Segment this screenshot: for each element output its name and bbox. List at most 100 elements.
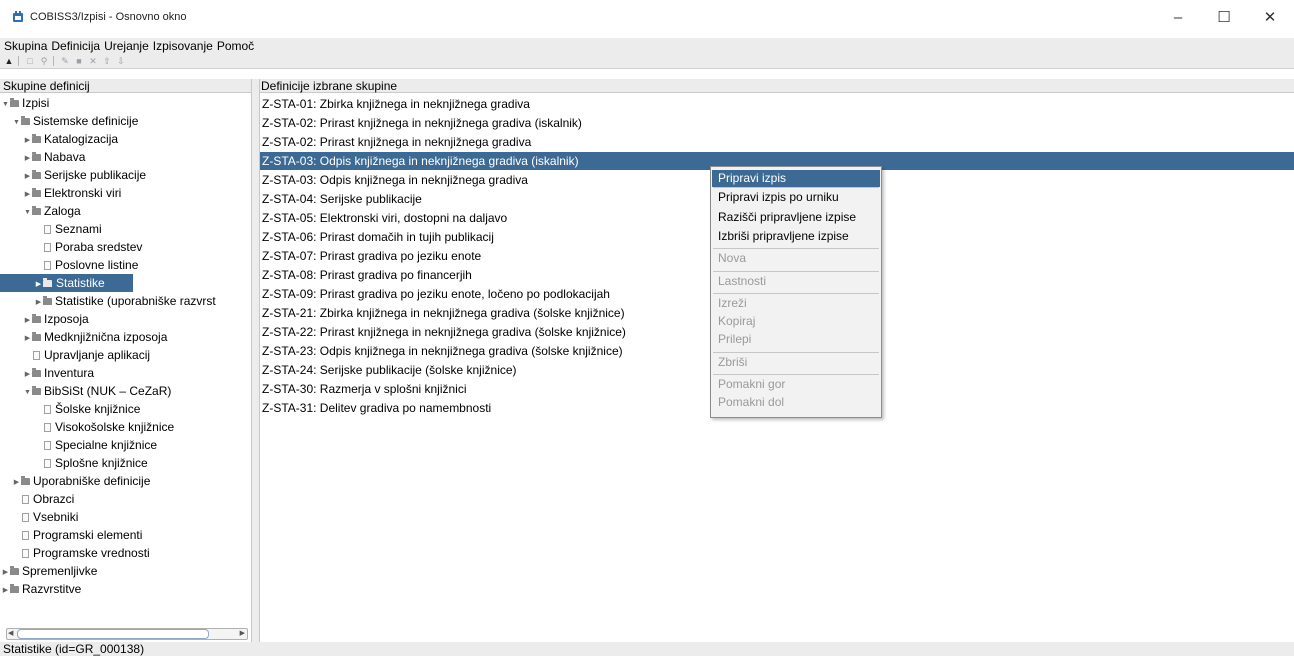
menu-izpisovanje[interactable]: Izpisovanje xyxy=(151,38,215,54)
tree-node[interactable]: Upravljanje aplikacij xyxy=(0,346,150,364)
tree-node-label: Obrazci xyxy=(33,492,75,506)
status-bar: Statistike (id=GR_000138) xyxy=(0,642,1294,656)
context-menu-item[interactable]: Pripravi izpis po urniku xyxy=(712,189,880,206)
tree-node[interactable]: ▶ Statistike xyxy=(0,274,133,292)
tree-node[interactable]: ▶ Izposoja xyxy=(0,310,89,328)
title-bar: COBISS3/Izpisi - Osnovno okno – ☐ ✕ xyxy=(0,0,1294,36)
menu-pomoc[interactable]: Pomoč xyxy=(215,38,256,54)
menu-urejanje[interactable]: Urejanje xyxy=(102,38,151,54)
folder-icon xyxy=(32,368,41,377)
collapsed-arrow-icon[interactable]: ▶ xyxy=(2,582,9,600)
close-button[interactable]: ✕ xyxy=(1247,4,1293,32)
menu-separator xyxy=(713,248,879,249)
toolbar: ▲ □ ⚲ ✎ ■ ✕ ⇧ ⇩ xyxy=(0,54,1294,69)
document-icon xyxy=(22,531,29,540)
tree-node-label: Katalogizacija xyxy=(44,132,119,146)
tree-node[interactable]: ▶ Inventura xyxy=(0,364,94,382)
tree-node[interactable]: ▼ Zaloga xyxy=(0,202,81,220)
menu-skupina[interactable]: Skupina xyxy=(0,38,49,54)
context-menu-item: Kopiraj xyxy=(718,314,756,328)
folder-icon xyxy=(32,386,41,395)
tree-node-label: Poslovne listine xyxy=(55,258,139,272)
definition-row[interactable]: Z-STA-02: Prirast knjižnega in neknjižne… xyxy=(260,133,1294,151)
tree-node[interactable]: ▶ Razvrstitve xyxy=(0,580,82,600)
toolbar-separator xyxy=(53,56,54,66)
document-icon xyxy=(44,459,51,468)
move-down-icon[interactable]: ⇩ xyxy=(115,55,127,67)
context-menu-item: Pomakni dol xyxy=(718,395,785,409)
groups-tree: ▼ Izpisi ▼ Sistemske definicije ▶ Katalogizac… xyxy=(0,94,251,622)
folder-icon xyxy=(43,296,52,305)
tree-node[interactable]: Specialne knjižnice xyxy=(0,436,157,454)
panel-splitter[interactable] xyxy=(251,79,260,642)
tree-node-label: Sistemske definicije xyxy=(33,114,139,128)
menu-definicija[interactable]: Definicija xyxy=(49,38,102,54)
tree-node-label: Programski elementi xyxy=(33,528,143,542)
tree-node[interactable]: ▶ Katalogizacija xyxy=(0,130,118,148)
tree-node-label: Splošne knjižnice xyxy=(55,456,148,470)
tree-node[interactable]: ▶ Elektronski viri xyxy=(0,184,122,202)
maximize-button[interactable]: ☐ xyxy=(1201,4,1247,32)
window-title: COBISS3/Izpisi - Osnovno okno xyxy=(30,11,187,23)
document-icon xyxy=(44,405,51,414)
toolbar-separator xyxy=(18,56,19,66)
document-icon xyxy=(22,549,29,558)
cobiss-app-icon xyxy=(13,11,23,22)
tree-node-label: Izpisi xyxy=(22,96,50,110)
menu-separator xyxy=(713,352,879,353)
move-up-icon[interactable]: ⇧ xyxy=(101,55,113,67)
tree-node[interactable]: ▼ Sistemske definicije xyxy=(0,112,138,130)
tree-node[interactable]: ▶ Medknjižnična izposoja xyxy=(0,328,168,346)
tree-node[interactable]: Programski elementi xyxy=(0,526,142,544)
new-icon[interactable]: □ xyxy=(24,55,36,67)
definition-row[interactable]: Z-STA-02: Prirast knjižnega in neknjižne… xyxy=(260,114,1294,132)
menu-separator xyxy=(713,374,879,375)
tree-node-label: Šolske knjižnice xyxy=(55,402,141,416)
context-menu-item[interactable]: Izbriši pripravljene izpise xyxy=(712,228,880,245)
document-icon xyxy=(33,351,40,360)
minimize-button[interactable]: – xyxy=(1155,4,1201,32)
scroll-right-icon[interactable]: ▶ xyxy=(240,629,245,639)
run-icon[interactable]: ▲ xyxy=(3,55,15,67)
menu-separator xyxy=(713,271,879,272)
tree-node[interactable]: Poslovne listine xyxy=(0,256,138,274)
scroll-left-icon[interactable]: ◀ xyxy=(8,629,13,639)
tree-node[interactable]: ▶ Statistike (uporabniške razvrst xyxy=(0,292,216,310)
tree-node-label: Inventura xyxy=(44,366,95,380)
tree-node[interactable]: ▼ Izpisi xyxy=(0,94,49,112)
groups-panel: Skupine definicij ▼ Izpisi ▼ Sistemske defi… xyxy=(0,79,251,642)
tree-node[interactable]: ▶ Nabava xyxy=(0,148,86,166)
tree-node-label: Poraba sredstev xyxy=(55,240,143,254)
tree-node[interactable]: Vsebniki xyxy=(0,508,78,526)
tree-node[interactable]: ▶ Serijske publikacije xyxy=(0,166,146,184)
tree-node-label: Programske vrednosti xyxy=(33,546,150,560)
context-menu-item[interactable]: Pripravi izpis xyxy=(712,170,880,187)
find-icon[interactable]: ⚲ xyxy=(38,55,50,67)
tree-node[interactable]: Seznami xyxy=(0,220,102,238)
menu-separator xyxy=(713,293,879,294)
tree-node-label: Uporabniške definicije xyxy=(33,474,151,488)
scrollbar-thumb[interactable] xyxy=(17,629,209,639)
tree-node[interactable]: ▼ BibSiSt (NUK – CeZaR) xyxy=(0,382,171,400)
definition-row[interactable]: Z-STA-01: Zbirka knjižnega in neknjižneg… xyxy=(260,95,1294,113)
document-icon xyxy=(44,225,51,234)
save-icon[interactable]: ■ xyxy=(73,55,85,67)
tree-node[interactable]: ▶ Uporabniške definicije xyxy=(0,472,151,490)
horizontal-scrollbar[interactable]: ◀ ▶ xyxy=(6,628,248,640)
tree-node[interactable]: Splošne knjižnice xyxy=(0,454,148,472)
folder-icon xyxy=(21,476,30,485)
tree-node[interactable]: Obrazci xyxy=(0,490,74,508)
tree-node[interactable]: Šolske knjižnice xyxy=(0,400,140,418)
tree-node-label: Statistike xyxy=(55,276,108,290)
delete-icon[interactable]: ✕ xyxy=(87,55,99,67)
folder-icon xyxy=(32,152,41,161)
tree-node[interactable]: Programske vrednosti xyxy=(0,544,150,562)
document-icon xyxy=(22,495,29,504)
menu-separator xyxy=(713,187,879,188)
edit-icon[interactable]: ✎ xyxy=(59,55,71,67)
context-menu-item[interactable]: Razišči pripravljene izpise xyxy=(712,209,880,226)
tree-node[interactable]: Visokošolske knjižnice xyxy=(0,418,174,436)
context-menu-item: Nova xyxy=(718,251,747,265)
tree-node[interactable]: Poraba sredstev xyxy=(0,238,142,256)
tree-node[interactable]: ▶ Spremenljivke xyxy=(0,562,98,580)
